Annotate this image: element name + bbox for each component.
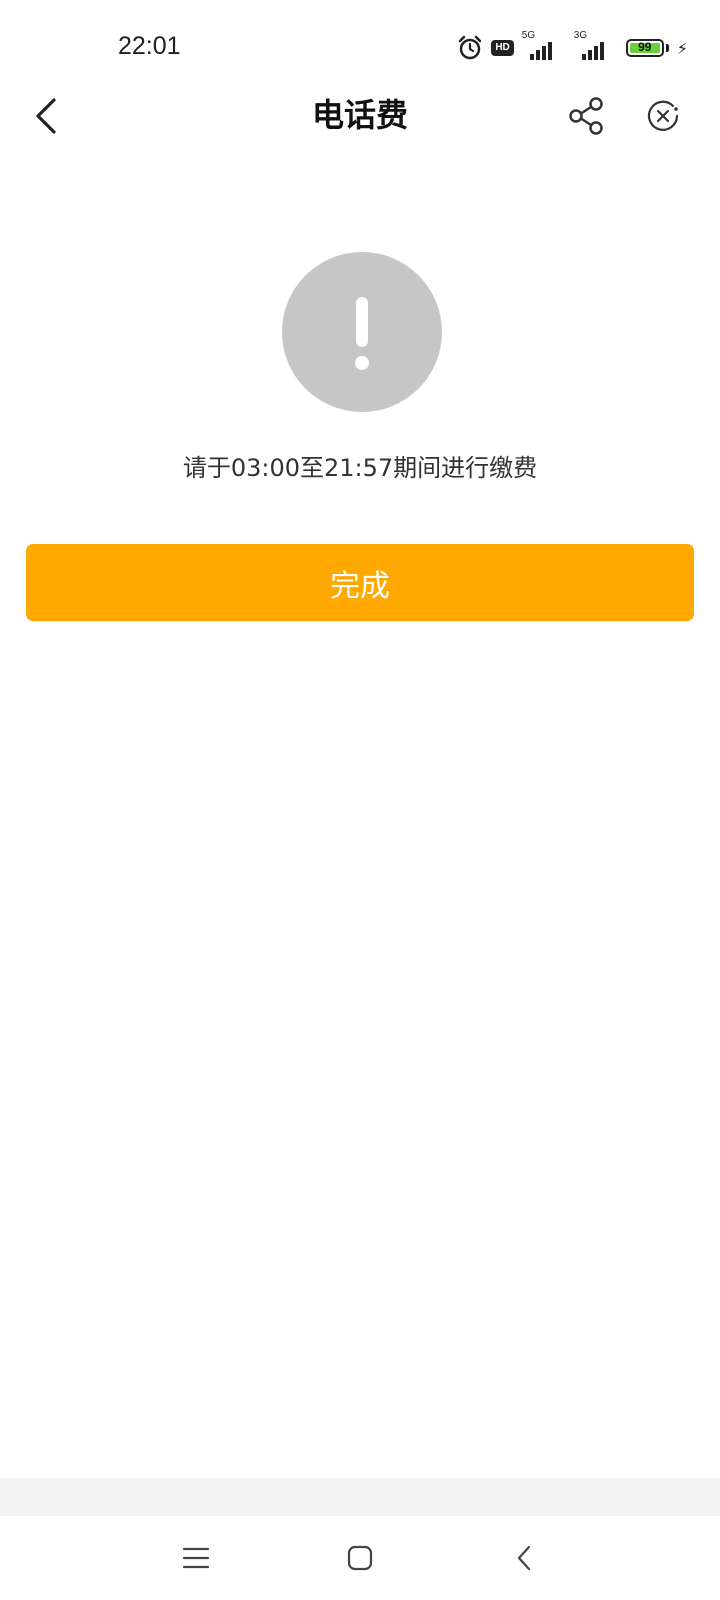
alarm-icon (457, 35, 483, 61)
signal-icon: 5G (522, 30, 566, 60)
payment-time-message: 请于03:00至21:57期间进行缴费 (182, 454, 538, 482)
system-nav-bar (0, 1516, 720, 1600)
warning-status-icon (282, 252, 442, 412)
header: 电话费 (0, 80, 720, 150)
status-time: 22:01 (118, 32, 181, 60)
system-back-button[interactable] (494, 1530, 554, 1586)
home-icon (347, 1545, 373, 1571)
share-button[interactable] (562, 88, 612, 144)
exclamation-icon (356, 297, 368, 347)
hd-icon: HD (491, 40, 514, 56)
share-icon (569, 97, 603, 135)
battery-icon: 99 (625, 39, 664, 57)
close-circle-icon (647, 100, 679, 131)
network-type: 5G (521, 30, 536, 41)
close-button[interactable] (638, 88, 688, 144)
battery-tip (665, 44, 669, 52)
page-title: 电话费 (311, 96, 408, 134)
home-button[interactable] (330, 1530, 390, 1586)
exclamation-dot (355, 356, 369, 370)
charging-bolt-icon: ⚡ (676, 38, 688, 58)
menu-icon (182, 1547, 210, 1569)
network-type: 3G (573, 30, 588, 41)
done-button[interactable]: 完成 (26, 544, 694, 621)
nav-divider (0, 1478, 720, 1516)
signal-icon: 3G (574, 30, 618, 60)
back-icon (517, 1545, 531, 1571)
battery-level: 99 (638, 40, 652, 54)
status-icons: HD 5G 3G 99 ⚡ (457, 30, 688, 62)
status-bar: 22:01 HD 5G 3G 99 ⚡ (0, 0, 720, 80)
recent-apps-button[interactable] (166, 1530, 226, 1586)
